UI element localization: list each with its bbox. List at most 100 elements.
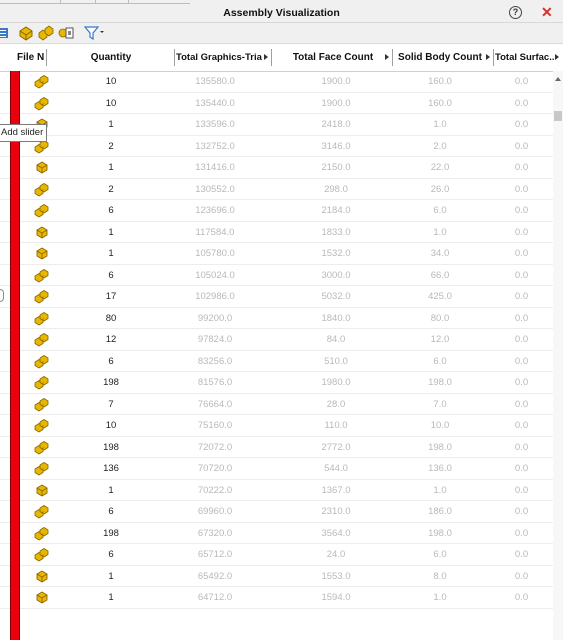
table-row[interactable]: 136 70720.0 544.0 136.0 0.0 [0,458,553,480]
surface-count-cell: 0.0 [514,506,529,517]
table-row[interactable]: 6 123696.0 2184.0 6.0 0.0 [0,200,553,222]
table-row[interactable]: 198 72072.0 2772.0 198.0 0.0 [0,437,553,458]
vertical-scrollbar[interactable] [553,71,563,640]
tooltip: Add slider [0,124,47,142]
face-count-cell: 1594.0 [321,592,351,603]
table-row[interactable]: 198 67320.0 3564.0 198.0 0.0 [0,523,553,544]
solid-body-count-cell: 6.0 [433,205,447,216]
table-row[interactable]: 198 81576.0 1980.0 198.0 0.0 [0,372,553,394]
solid-body-count-cell: 8.0 [433,570,447,582]
table-row[interactable]: 10 135580.0 1900.0 160.0 0.0 [0,71,553,93]
assembly-icon [34,182,50,197]
face-count-cell: 2418.0 [321,119,351,130]
table-row[interactable]: 1 70222.0 1367.0 1.0 0.0 [0,480,553,501]
quantity-cell: 198 [103,527,119,539]
solid-body-count-cell: 6.0 [433,355,447,367]
table-row[interactable]: 1 117584.0 1833.0 1.0 0.0 [0,222,553,243]
face-count-cell: 110.0 [324,420,348,431]
surface-count-cell: 0.0 [514,549,529,560]
table-row[interactable]: 80 99200.0 1840.0 80.0 0.0 [0,308,553,329]
part-icon[interactable] [18,25,34,41]
table-row[interactable]: 12 97824.0 84.0 12.0 0.0 [0,329,553,351]
quantity-cell: 1 [108,119,114,130]
solid-body-count-cell: 160.0 [428,76,452,87]
table-row[interactable]: 2 130552.0 298.0 26.0 0.0 [0,179,553,200]
face-count-cell: 2184.0 [321,205,351,216]
quantity-cell: 10 [105,420,117,431]
assembly-icon [34,418,50,433]
face-count-cell: 3564.0 [321,527,351,539]
table-row[interactable]: 7 76664.0 28.0 7.0 0.0 [0,394,553,415]
graphics-triangles-cell: 70222.0 [197,484,233,496]
surface-count-cell: 0.0 [514,398,529,410]
scrollbar-thumb[interactable] [554,111,562,121]
column-divider[interactable] [271,49,272,66]
column-divider[interactable] [493,49,494,66]
list-icon[interactable] [0,25,14,41]
graphics-triangles-cell: 135440.0 [195,97,235,109]
toolbar [0,23,563,44]
column-header-graphics-triangles[interactable]: Total Graphics-Tria... [176,44,262,71]
table-row[interactable]: 6 105024.0 3000.0 66.0 0.0 [0,265,553,286]
column-header-surface-count[interactable]: Total Surfac... [495,44,555,71]
table-row[interactable]: 6 65712.0 24.0 6.0 0.0 [0,544,553,566]
part-icon [34,160,50,175]
table-row[interactable]: 17 102986.0 5032.0 425.0 0.0 [0,286,553,308]
column-divider[interactable] [174,49,175,66]
column-header-face-count[interactable]: Total Face Count [290,44,376,71]
face-count-cell: 1840.0 [321,312,351,324]
solid-body-count-cell: 160.0 [428,97,452,109]
graphics-triangles-cell: 97824.0 [197,334,233,345]
column-expand-arrow-icon[interactable] [264,54,268,60]
close-icon[interactable]: ✕ [541,5,553,19]
part-icon [34,590,50,605]
graphics-triangles-cell: 64712.0 [197,592,233,603]
table-row[interactable]: 1 105780.0 1532.0 34.0 0.0 [0,243,553,265]
column-expand-arrow-icon[interactable] [385,54,389,60]
face-count-cell: 1900.0 [321,76,351,87]
surface-count-cell: 0.0 [514,76,529,87]
surface-count-cell: 0.0 [514,140,529,152]
graphics-triangles-cell: 65712.0 [197,549,233,560]
quantity-cell: 6 [108,549,114,560]
face-count-cell: 1900.0 [321,97,351,109]
help-icon[interactable]: ? [509,6,522,19]
table-row[interactable]: 10 75160.0 110.0 10.0 0.0 [0,415,553,437]
table-row[interactable]: 1 133596.0 2418.0 1.0 0.0 [0,114,553,136]
table-row[interactable]: 1 64712.0 1594.0 1.0 0.0 [0,587,553,609]
face-count-cell: 3000.0 [321,269,351,281]
column-header-quantity[interactable]: Quantity [76,44,146,71]
assembly-icon [34,354,50,369]
assembly-icon [34,74,50,89]
surface-count-cell: 0.0 [514,570,529,582]
column-divider[interactable] [46,49,47,66]
solid-body-count-cell: 1.0 [433,119,447,130]
column-expand-arrow-icon[interactable] [555,54,559,60]
visualization-slider-bar[interactable] [10,71,20,640]
assembly-icon [34,332,50,347]
property-icon[interactable] [58,25,74,41]
column-header-file-name[interactable]: File N [17,44,47,71]
solid-body-count-cell: 80.0 [430,312,450,324]
column-divider[interactable] [392,49,393,66]
scroll-up-arrow-icon[interactable] [555,77,561,81]
graphics-triangles-cell: 123696.0 [195,205,235,216]
quantity-cell: 2 [108,183,114,195]
table-row[interactable]: 6 83256.0 510.0 6.0 0.0 [0,351,553,372]
table-row[interactable]: 1 65492.0 1553.0 8.0 0.0 [0,566,553,587]
solid-body-count-cell: 1.0 [433,592,447,603]
table-row[interactable]: 2 132752.0 3146.0 2.0 0.0 [0,136,553,157]
table-row[interactable]: 1 131416.0 2150.0 22.0 0.0 [0,157,553,179]
table-row[interactable]: 10 135440.0 1900.0 160.0 0.0 [0,93,553,114]
assembly-icon[interactable] [38,25,54,41]
component-list: 10 135580.0 1900.0 160.0 0.0 10 135440.0 1900.0… [0,71,553,609]
slider-handle[interactable] [0,289,4,302]
filter-icon[interactable] [84,25,106,41]
column-expand-arrow-icon[interactable] [486,54,490,60]
quantity-cell: 7 [108,398,114,410]
column-header-solid-body-count[interactable]: Solid Body Count [397,44,483,71]
face-count-cell: 1553.0 [321,570,351,582]
surface-count-cell: 0.0 [514,205,529,216]
surface-count-cell: 0.0 [514,97,529,109]
table-row[interactable]: 6 69960.0 2310.0 186.0 0.0 [0,501,553,523]
